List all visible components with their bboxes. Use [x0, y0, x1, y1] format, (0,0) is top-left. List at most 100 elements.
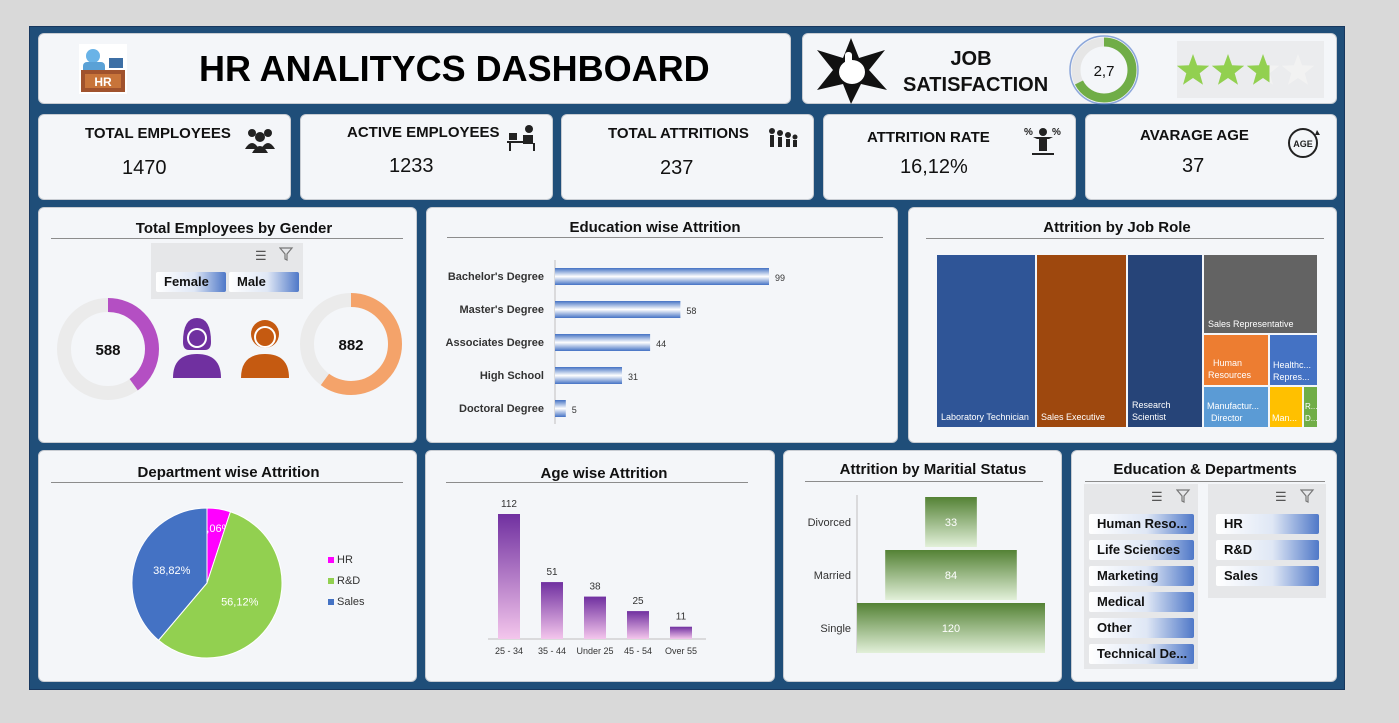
bar — [555, 367, 623, 384]
slicer-education-item[interactable]: Human Reso... — [1089, 514, 1194, 534]
kpi-value: 1233 — [389, 155, 434, 177]
slicer-department-item[interactable]: R&D — [1216, 540, 1319, 560]
tick-label: High School — [480, 370, 544, 382]
treemap-label: Director — [1211, 413, 1243, 423]
svg-text:%: % — [1052, 127, 1061, 138]
clear-filter-icon[interactable] — [1299, 489, 1316, 508]
treemap-label: Repres... — [1273, 372, 1310, 382]
slicer-education-item[interactable]: Other — [1089, 618, 1194, 638]
multi-select-icon[interactable]: ☰ — [1151, 489, 1163, 505]
kpi-total-employees: TOTAL EMPLOYEES 1470 — [38, 114, 291, 200]
treemap-label: Healthc... — [1273, 360, 1311, 370]
star-icon — [1246, 54, 1280, 85]
card-title: Education wise Attrition — [569, 219, 741, 236]
data-label: 33 — [945, 517, 957, 529]
female-person-icon — [169, 316, 225, 383]
job-role-card: Attrition by Job Role Laboratory Technic… — [908, 207, 1337, 443]
legend-label: R&D — [337, 575, 360, 587]
title-divider — [1085, 481, 1325, 482]
data-label: 99 — [775, 273, 785, 283]
slicer-female[interactable]: Female — [156, 272, 226, 292]
treemap-label: Laboratory Technician — [941, 412, 1029, 422]
treemap-label: Resources — [1208, 370, 1252, 380]
kpi-total-attritions: TOTAL ATTRITIONS 237 — [561, 114, 814, 200]
clear-filter-icon[interactable] — [1175, 489, 1192, 508]
percent-person-icon: %% — [1024, 125, 1062, 162]
clear-filter-icon[interactable] — [278, 247, 295, 266]
job-satisfaction-card: JOB SATISFACTION 2,7 — [802, 33, 1337, 105]
legend-swatch — [328, 599, 334, 605]
education-departments-card: Education & Departments ☰ Human Reso... … — [1071, 450, 1337, 682]
hr-logo-text: HR — [94, 75, 112, 89]
title-divider — [51, 482, 403, 483]
data-label: 56,12% — [221, 596, 259, 608]
tick-label: 45 - 54 — [624, 646, 652, 656]
treemap-label: Research — [1132, 400, 1171, 410]
job-satisfaction-label-1: JOB — [950, 48, 992, 70]
kpi-value: 16,12% — [900, 156, 968, 178]
slicer-education-item[interactable]: Life Sciences — [1089, 540, 1194, 560]
age-attrition-card: Age wise Attrition 112 25 - 34 51 35 - 44 38… — [425, 450, 775, 682]
department-attrition-card: Department wise Attrition 5,06% 56,12% 38,… — [38, 450, 417, 682]
treemap-label: Man... — [1272, 413, 1297, 423]
desk-worker-icon — [505, 123, 541, 156]
card-title: Age wise Attrition — [540, 465, 668, 482]
slicer-education-item[interactable]: Technical De... — [1089, 644, 1194, 664]
legend-label: Sales — [337, 596, 365, 608]
svg-text:%: % — [1024, 127, 1033, 138]
job-satisfaction-value: 2,7 — [1094, 63, 1115, 80]
tick-label: Master's Degree — [459, 304, 544, 316]
multi-select-icon[interactable]: ☰ — [255, 248, 267, 264]
job-satisfaction-label-2: SATISFACTION — [903, 74, 1049, 96]
bar — [584, 596, 606, 639]
title-divider — [805, 481, 1043, 482]
card-title: Department wise Attrition — [137, 464, 320, 481]
data-label: 38,82% — [153, 565, 191, 577]
card-title: Attrition by Job Role — [1043, 219, 1191, 236]
bar — [555, 334, 651, 351]
data-label: 58 — [686, 306, 696, 316]
male-donut: 882 — [298, 291, 404, 397]
kpi-label: ATTRITION RATE — [867, 129, 990, 146]
slicer-education-item[interactable]: Medical — [1089, 592, 1194, 612]
multi-select-icon[interactable]: ☰ — [1275, 489, 1287, 505]
tick-label: Divorced — [808, 517, 851, 529]
kpi-value: 1470 — [122, 157, 167, 179]
star-icon — [1176, 54, 1210, 85]
attrition-group-icon — [768, 125, 798, 154]
tick-label: Single — [820, 623, 851, 635]
slicer-department-item[interactable]: Sales — [1216, 566, 1319, 586]
data-label: 120 — [942, 623, 960, 635]
kpi-average-age: AVARAGE AGE 37 AGE — [1085, 114, 1337, 200]
kpi-attrition-rate: ATTRITION RATE 16,12% %% — [823, 114, 1076, 200]
age-icon: AGE — [1286, 127, 1324, 164]
tick-label: 35 - 44 — [538, 646, 566, 656]
data-label: 51 — [546, 567, 558, 578]
marital-bar-chart: 33 Divorced 84 Married 120 Single — [808, 495, 1045, 653]
female-value: 588 — [95, 342, 120, 359]
page-title: HR ANALITYCS DASHBOARD — [199, 48, 710, 89]
data-label: 11 — [676, 612, 687, 623]
slicer-department-item[interactable]: HR — [1216, 514, 1319, 534]
data-label: 84 — [945, 570, 957, 582]
kpi-label: ACTIVE EMPLOYEES — [347, 124, 500, 141]
tick-label: Associates Degree — [446, 337, 544, 349]
data-label: 31 — [628, 372, 638, 382]
treemap-label: Human — [1213, 358, 1242, 368]
bar — [541, 582, 563, 639]
tick-label: Under 25 — [576, 646, 613, 656]
title-divider — [51, 238, 403, 239]
treemap-label: Manufactur... — [1207, 401, 1259, 411]
star-icon — [1281, 54, 1315, 85]
tick-label: Married — [814, 570, 851, 582]
female-donut: 588 — [55, 296, 161, 402]
male-person-icon — [237, 316, 293, 383]
age-bar-chart: 112 25 - 34 51 35 - 44 38 Under 25 25 45 - 54 11… — [488, 499, 706, 656]
star-burst-thumbs-icon — [811, 36, 891, 104]
star-icon — [1211, 54, 1245, 85]
slicer-male[interactable]: Male — [229, 272, 299, 292]
slicer-education-item[interactable]: Marketing — [1089, 566, 1194, 586]
data-label: 112 — [501, 499, 517, 510]
title-divider — [446, 482, 748, 483]
kpi-label: AVARAGE AGE — [1140, 127, 1249, 144]
